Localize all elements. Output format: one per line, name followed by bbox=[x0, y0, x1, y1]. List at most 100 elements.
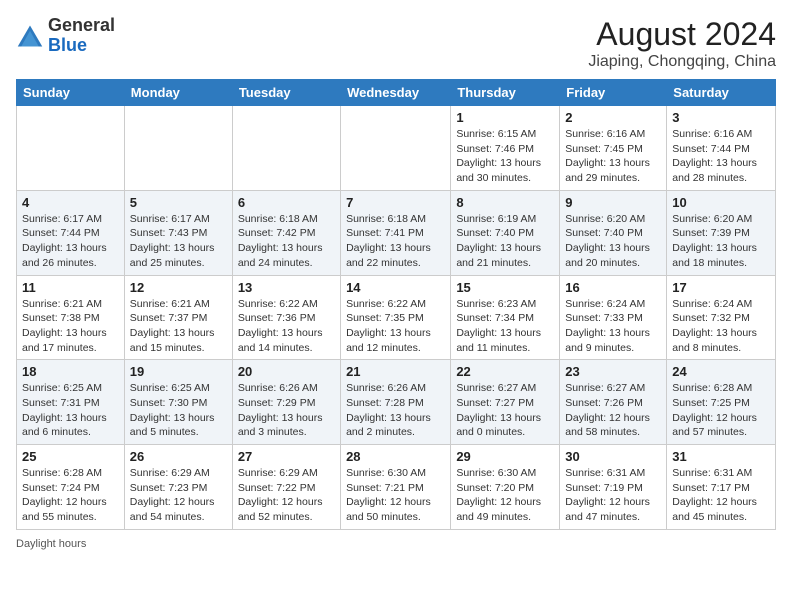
logo-icon bbox=[16, 22, 44, 50]
daylight-hours-label: Daylight hours bbox=[16, 538, 86, 550]
page-header: General Blue August 2024 Jiaping, Chongq… bbox=[16, 16, 776, 71]
day-info: Sunrise: 6:17 AM Sunset: 7:44 PM Dayligh… bbox=[22, 212, 119, 271]
calendar-cell: 5 Sunrise: 6:17 AM Sunset: 7:43 PM Daylig… bbox=[124, 190, 232, 275]
day-info: Sunrise: 6:20 AM Sunset: 7:40 PM Dayligh… bbox=[565, 212, 661, 271]
day-number: 18 bbox=[22, 364, 119, 379]
day-info: Sunrise: 6:27 AM Sunset: 7:26 PM Dayligh… bbox=[565, 381, 661, 440]
day-info: Sunrise: 6:28 AM Sunset: 7:25 PM Dayligh… bbox=[672, 381, 770, 440]
day-number: 21 bbox=[346, 364, 445, 379]
day-info: Sunrise: 6:25 AM Sunset: 7:31 PM Dayligh… bbox=[22, 381, 119, 440]
day-info: Sunrise: 6:30 AM Sunset: 7:20 PM Dayligh… bbox=[456, 466, 554, 525]
weekday-header: Tuesday bbox=[232, 80, 340, 106]
calendar-cell: 20 Sunrise: 6:26 AM Sunset: 7:29 PM Dayli… bbox=[232, 360, 340, 445]
calendar-cell: 7Sunrise: 6:18 AM Sunset: 7:41 PM Daylig… bbox=[341, 190, 451, 275]
day-info: Sunrise: 6:30 AM Sunset: 7:21 PM Dayligh… bbox=[346, 466, 445, 525]
day-number: 30 bbox=[565, 449, 661, 464]
day-info: Sunrise: 6:29 AM Sunset: 7:22 PM Dayligh… bbox=[238, 466, 335, 525]
day-info: Sunrise: 6:22 AM Sunset: 7:36 PM Dayligh… bbox=[238, 297, 335, 356]
weekday-header: Thursday bbox=[451, 80, 560, 106]
calendar-cell: 6 Sunrise: 6:18 AM Sunset: 7:42 PM Daylig… bbox=[232, 190, 340, 275]
calendar-cell: 14 Sunrise: 6:22 AM Sunset: 7:35 PM Dayli… bbox=[341, 275, 451, 360]
calendar-cell: 23 Sunrise: 6:27 AM Sunset: 7:26 PM Dayli… bbox=[560, 360, 667, 445]
calendar-cell: 21Sunrise: 6:26 AM Sunset: 7:28 PM Dayli… bbox=[341, 360, 451, 445]
day-info: Sunrise: 6:21 AM Sunset: 7:37 PM Dayligh… bbox=[130, 297, 227, 356]
day-number: 19 bbox=[130, 364, 227, 379]
day-number: 3 bbox=[672, 110, 770, 125]
day-info: Sunrise: 6:20 AM Sunset: 7:39 PM Dayligh… bbox=[672, 212, 770, 271]
day-number: 29 bbox=[456, 449, 554, 464]
calendar-week-row: 4 Sunrise: 6:17 AM Sunset: 7:44 PM Daylig… bbox=[17, 190, 776, 275]
day-info: Sunrise: 6:31 AM Sunset: 7:17 PM Dayligh… bbox=[672, 466, 770, 525]
calendar-week-row: 18 Sunrise: 6:25 AM Sunset: 7:31 PM Dayli… bbox=[17, 360, 776, 445]
calendar-cell: 19 Sunrise: 6:25 AM Sunset: 7:30 PM Dayli… bbox=[124, 360, 232, 445]
day-number: 4 bbox=[22, 195, 119, 210]
day-info: Sunrise: 6:25 AM Sunset: 7:30 PM Dayligh… bbox=[130, 381, 227, 440]
calendar-cell: 17 Sunrise: 6:24 AM Sunset: 7:32 PM Dayli… bbox=[667, 275, 776, 360]
calendar-cell: 28 Sunrise: 6:30 AM Sunset: 7:21 PM Dayli… bbox=[341, 445, 451, 530]
logo-text: General Blue bbox=[48, 16, 115, 56]
calendar-cell: 30Sunrise: 6:31 AM Sunset: 7:19 PM Dayli… bbox=[560, 445, 667, 530]
logo: General Blue bbox=[16, 16, 115, 56]
month-year: August 2024 bbox=[588, 16, 776, 53]
day-number: 23 bbox=[565, 364, 661, 379]
day-number: 5 bbox=[130, 195, 227, 210]
day-number: 2 bbox=[565, 110, 661, 125]
calendar-cell: 16 Sunrise: 6:24 AM Sunset: 7:33 PM Dayli… bbox=[560, 275, 667, 360]
day-info: Sunrise: 6:21 AM Sunset: 7:38 PM Dayligh… bbox=[22, 297, 119, 356]
day-number: 15 bbox=[456, 280, 554, 295]
day-number: 9 bbox=[565, 195, 661, 210]
day-info: Sunrise: 6:17 AM Sunset: 7:43 PM Dayligh… bbox=[130, 212, 227, 271]
calendar-cell: 8Sunrise: 6:19 AM Sunset: 7:40 PM Daylig… bbox=[451, 190, 560, 275]
day-info: Sunrise: 6:15 AM Sunset: 7:46 PM Dayligh… bbox=[456, 127, 554, 186]
day-number: 27 bbox=[238, 449, 335, 464]
day-info: Sunrise: 6:26 AM Sunset: 7:29 PM Dayligh… bbox=[238, 381, 335, 440]
day-number: 11 bbox=[22, 280, 119, 295]
day-number: 13 bbox=[238, 280, 335, 295]
day-info: Sunrise: 6:27 AM Sunset: 7:27 PM Dayligh… bbox=[456, 381, 554, 440]
calendar-cell bbox=[341, 106, 451, 191]
calendar-cell: 9 Sunrise: 6:20 AM Sunset: 7:40 PM Daylig… bbox=[560, 190, 667, 275]
calendar-cell: 3Sunrise: 6:16 AM Sunset: 7:44 PM Daylig… bbox=[667, 106, 776, 191]
location: Jiaping, Chongqing, China bbox=[588, 53, 776, 71]
day-number: 14 bbox=[346, 280, 445, 295]
day-number: 17 bbox=[672, 280, 770, 295]
day-number: 16 bbox=[565, 280, 661, 295]
calendar-cell bbox=[17, 106, 125, 191]
day-number: 1 bbox=[456, 110, 554, 125]
calendar-cell: 1 Sunrise: 6:15 AM Sunset: 7:46 PM Daylig… bbox=[451, 106, 560, 191]
title-block: August 2024 Jiaping, Chongqing, China bbox=[588, 16, 776, 71]
calendar-cell: 25 Sunrise: 6:28 AM Sunset: 7:24 PM Dayli… bbox=[17, 445, 125, 530]
day-number: 20 bbox=[238, 364, 335, 379]
calendar-week-row: 25 Sunrise: 6:28 AM Sunset: 7:24 PM Dayli… bbox=[17, 445, 776, 530]
calendar-cell: 10 Sunrise: 6:20 AM Sunset: 7:39 PM Dayli… bbox=[667, 190, 776, 275]
day-number: 31 bbox=[672, 449, 770, 464]
day-info: Sunrise: 6:22 AM Sunset: 7:35 PM Dayligh… bbox=[346, 297, 445, 356]
day-number: 28 bbox=[346, 449, 445, 464]
day-info: Sunrise: 6:23 AM Sunset: 7:34 PM Dayligh… bbox=[456, 297, 554, 356]
calendar-cell: 13 Sunrise: 6:22 AM Sunset: 7:36 PM Dayli… bbox=[232, 275, 340, 360]
weekday-header: Saturday bbox=[667, 80, 776, 106]
day-info: Sunrise: 6:29 AM Sunset: 7:23 PM Dayligh… bbox=[130, 466, 227, 525]
day-info: Sunrise: 6:18 AM Sunset: 7:41 PM Dayligh… bbox=[346, 212, 445, 271]
calendar-cell: 29 Sunrise: 6:30 AM Sunset: 7:20 PM Dayli… bbox=[451, 445, 560, 530]
day-info: Sunrise: 6:18 AM Sunset: 7:42 PM Dayligh… bbox=[238, 212, 335, 271]
logo-general: General bbox=[48, 15, 115, 35]
day-number: 26 bbox=[130, 449, 227, 464]
logo-blue: Blue bbox=[48, 35, 87, 55]
calendar-week-row: 1 Sunrise: 6:15 AM Sunset: 7:46 PM Daylig… bbox=[17, 106, 776, 191]
calendar-cell: 15 Sunrise: 6:23 AM Sunset: 7:34 PM Dayli… bbox=[451, 275, 560, 360]
calendar-cell: 27 Sunrise: 6:29 AM Sunset: 7:22 PM Dayli… bbox=[232, 445, 340, 530]
day-number: 10 bbox=[672, 195, 770, 210]
calendar-cell bbox=[232, 106, 340, 191]
calendar-cell: 22Sunrise: 6:27 AM Sunset: 7:27 PM Dayli… bbox=[451, 360, 560, 445]
calendar-cell: 26 Sunrise: 6:29 AM Sunset: 7:23 PM Dayli… bbox=[124, 445, 232, 530]
day-info: Sunrise: 6:24 AM Sunset: 7:32 PM Dayligh… bbox=[672, 297, 770, 356]
footer-note: Daylight hours bbox=[16, 538, 776, 550]
calendar-cell: 24Sunrise: 6:28 AM Sunset: 7:25 PM Dayli… bbox=[667, 360, 776, 445]
day-info: Sunrise: 6:24 AM Sunset: 7:33 PM Dayligh… bbox=[565, 297, 661, 356]
calendar-cell: 12Sunrise: 6:21 AM Sunset: 7:37 PM Dayli… bbox=[124, 275, 232, 360]
day-info: Sunrise: 6:28 AM Sunset: 7:24 PM Dayligh… bbox=[22, 466, 119, 525]
day-number: 6 bbox=[238, 195, 335, 210]
day-info: Sunrise: 6:19 AM Sunset: 7:40 PM Dayligh… bbox=[456, 212, 554, 271]
day-number: 25 bbox=[22, 449, 119, 464]
